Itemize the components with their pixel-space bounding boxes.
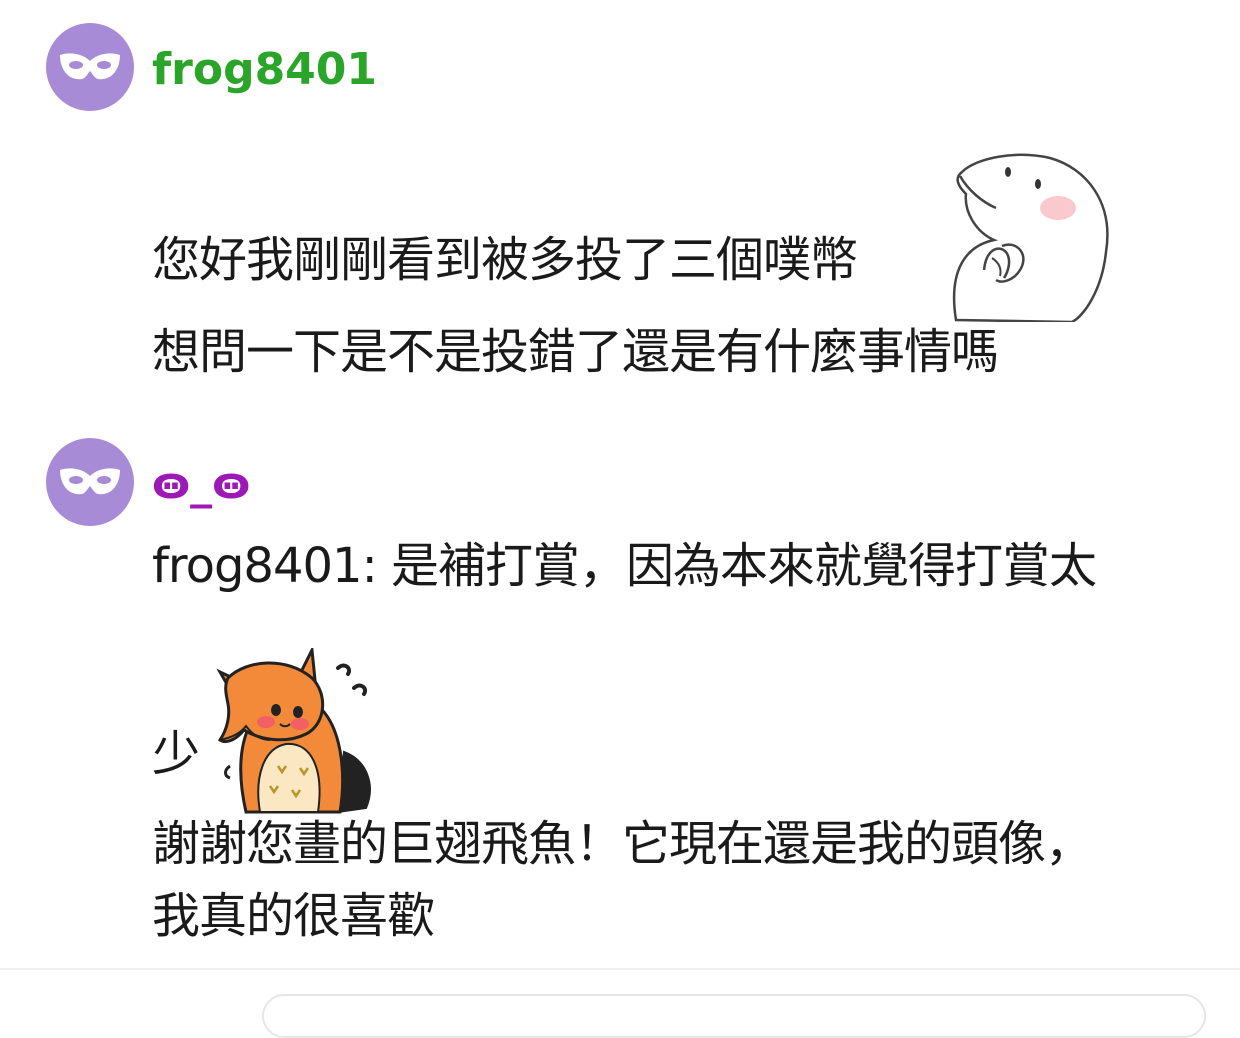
mask-icon (60, 53, 120, 80)
message-text: 您好我剛剛看到被多投了三個噗幣 (152, 232, 858, 288)
message-text: frog8401: 是補打賞，因為本來就覺得打賞太 (152, 538, 1097, 594)
divider (0, 968, 1240, 970)
username[interactable]: ꙫ_ꙫ (152, 462, 250, 506)
message-text: 我真的很喜歡 (152, 888, 435, 944)
mask-icon (60, 468, 120, 495)
message-text: 少 (152, 726, 200, 782)
reply-input[interactable] (262, 994, 1206, 1038)
message-text: 謝謝您畫的巨翅飛魚！它現在還是我的頭像， (152, 816, 1093, 872)
user-avatar[interactable] (46, 438, 134, 526)
ghost-praying-sticker (946, 150, 1116, 326)
fox-nervous-sticker (216, 644, 384, 818)
username[interactable]: frog8401 (152, 48, 377, 92)
message-text: 想問一下是不是投錯了還是有什麼事情嗎 (152, 324, 999, 380)
user-avatar[interactable] (46, 23, 134, 111)
